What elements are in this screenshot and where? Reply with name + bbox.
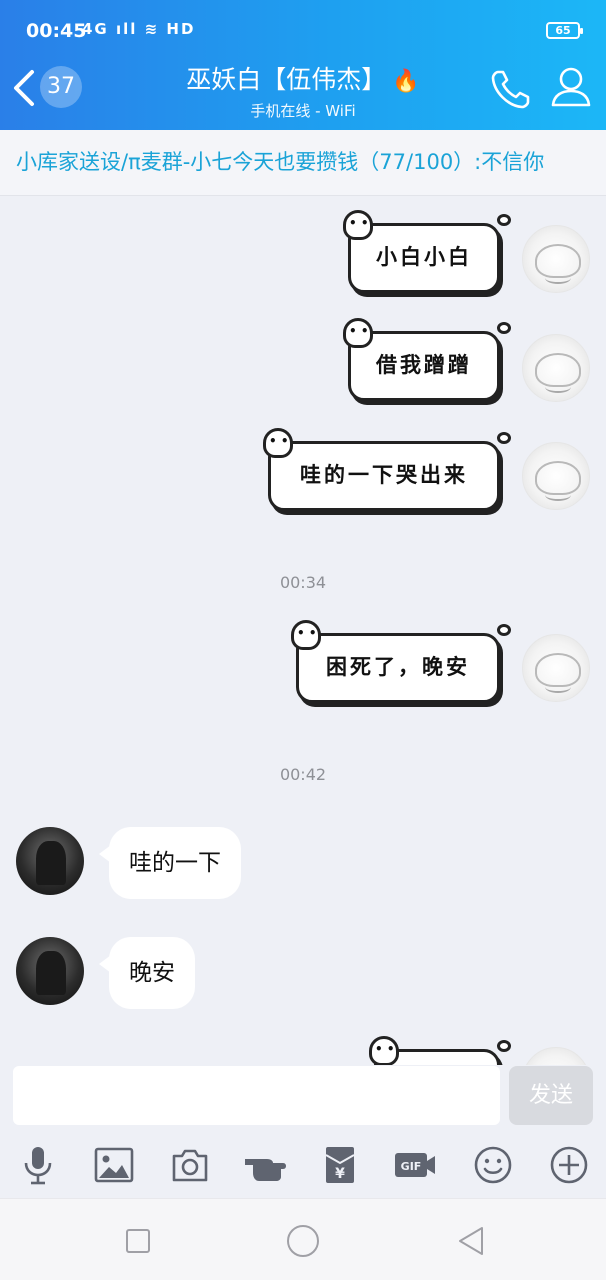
phone-icon (491, 70, 530, 109)
gif-icon[interactable]: GIF (393, 1143, 437, 1187)
ghost-decoration (369, 1036, 399, 1065)
group-notice-banner[interactable]: 小库家送设/π麦群-小七今天也要攒钱（77/100）:不信你 (0, 130, 606, 196)
ghost-decoration (343, 318, 373, 348)
sticker-text: 借我蹭蹭 (376, 353, 472, 377)
sticker-message[interactable] (369, 1036, 511, 1065)
self-avatar[interactable] (522, 442, 590, 510)
self-avatar[interactable] (522, 334, 590, 402)
message-list[interactable]: 小白小白 借我蹭蹭 哇的一下哭出来 00:34 困死了，晚安 00:42 哇的一… (0, 197, 606, 1065)
sticker-message[interactable]: 困死了，晚安 (291, 620, 511, 703)
chat-header: 00:45 4G ıll ≋ HD 65 37 巫妖白【伍伟杰】 🔥 手机在线 -… (0, 0, 606, 130)
home-button[interactable] (287, 1225, 319, 1257)
bubble-tail (497, 1040, 511, 1052)
battery-icon: 65 (546, 22, 583, 39)
person-icon (551, 67, 591, 107)
friend-avatar[interactable] (16, 827, 84, 895)
sticker-text: 困死了，晚安 (326, 655, 470, 679)
sticker-message[interactable]: 小白小白 (343, 210, 511, 293)
emoji-icon[interactable] (471, 1143, 515, 1187)
unread-count-badge: 37 (40, 66, 82, 108)
self-avatar[interactable] (522, 225, 590, 293)
sticker-message[interactable]: 借我蹭蹭 (343, 318, 511, 401)
pointing-hand-icon[interactable] (243, 1143, 287, 1187)
friend-avatar[interactable] (16, 937, 84, 1005)
image-icon[interactable] (92, 1143, 136, 1187)
call-button[interactable] (488, 66, 534, 112)
camera-icon[interactable] (168, 1143, 212, 1187)
sticker-text: 哇的一下哭出来 (300, 463, 468, 487)
recent-apps-button[interactable] (126, 1229, 150, 1253)
send-button[interactable]: 发送 (509, 1066, 593, 1125)
bubble-tail (497, 624, 511, 636)
back-button[interactable]: 37 (10, 62, 90, 112)
plus-icon[interactable] (547, 1143, 591, 1187)
bubble-tail (497, 432, 511, 444)
self-avatar[interactable] (522, 1047, 590, 1065)
text-message[interactable]: 晚安 (99, 937, 195, 1009)
sticker-message[interactable]: 哇的一下哭出来 (263, 428, 511, 511)
fire-icon: 🔥 (392, 69, 420, 94)
chat-title[interactable]: 巫妖白【伍伟杰】 🔥 (140, 60, 466, 96)
chevron-left-icon (14, 70, 34, 106)
online-status: 手机在线 - WiFi (250, 102, 356, 120)
self-avatar[interactable] (522, 634, 590, 702)
microphone-icon[interactable] (16, 1143, 60, 1187)
text-message[interactable]: 哇的一下 (99, 827, 241, 899)
status-bar: 00:45 4G ıll ≋ HD 65 (0, 0, 606, 46)
input-bar: 发送 (0, 1065, 606, 1131)
ghost-decoration (263, 428, 293, 458)
svg-text:¥: ¥ (335, 1166, 345, 1182)
svg-text:GIF: GIF (401, 1160, 422, 1173)
sticker-text: 小白小白 (376, 245, 472, 269)
input-toolbar: ¥ GIF (0, 1131, 606, 1198)
profile-button[interactable] (548, 64, 594, 110)
message-input[interactable] (13, 1066, 500, 1125)
system-nav-bar (0, 1198, 606, 1280)
back-triangle-icon[interactable] (456, 1225, 486, 1257)
timestamp: 00:34 (279, 573, 327, 592)
timestamp: 00:42 (279, 765, 327, 784)
status-time: 00:45 (26, 20, 87, 42)
bubble-tail (497, 322, 511, 334)
ghost-decoration (291, 620, 321, 650)
signal-wifi-icons: 4G ıll ≋ HD (82, 20, 196, 38)
chat-title-text: 巫妖白【伍伟杰】 (186, 65, 387, 94)
ghost-decoration (343, 210, 373, 240)
red-packet-icon[interactable]: ¥ (318, 1143, 362, 1187)
bubble-tail (497, 214, 511, 226)
